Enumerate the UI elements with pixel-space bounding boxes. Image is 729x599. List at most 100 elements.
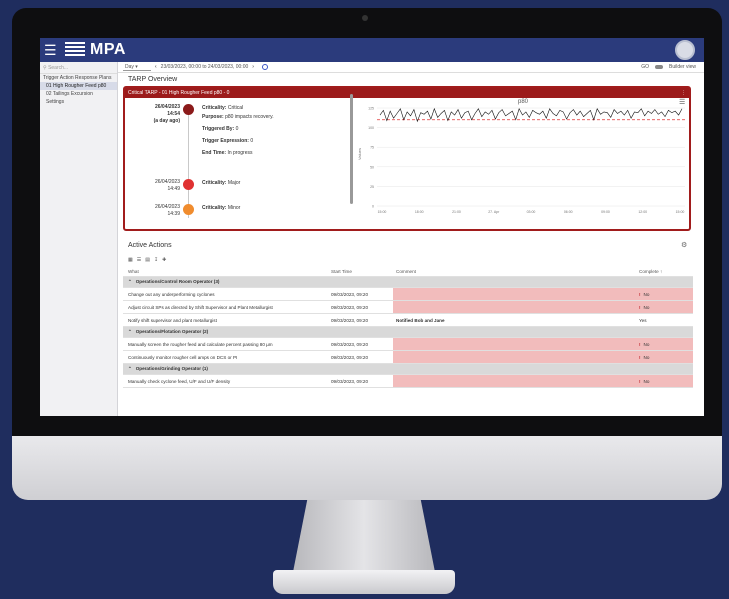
cell-what: Adjust circuit SPs as directed by Shift …	[128, 304, 273, 310]
group-label: ⌃ Operations/Flotation Operator (2)	[128, 329, 328, 335]
tarp-timeline: 26/04/2023 14:54 (a day ago) Criticality…	[125, 100, 345, 228]
period-select[interactable]: Day ▾	[123, 64, 151, 71]
builder-toggle[interactable]	[655, 65, 664, 69]
monitor-stand	[293, 500, 435, 572]
table-group-row[interactable]: ⌃ Operations/Flotation Operator (2)	[123, 327, 693, 338]
monitor-chin	[12, 436, 722, 500]
entry-datetime: 26/04/2023 14:49	[125, 179, 180, 193]
cell-complete[interactable]: ! No	[636, 375, 693, 387]
minor-dot-icon	[183, 204, 194, 215]
entry-datetime: 26/04/2023 14:39	[125, 204, 180, 218]
sidebar-item-high-rougher[interactable]: 01 High Rougher Feed p80	[40, 82, 117, 90]
cell-what: Manually check cyclone feed, U/F and U/F…	[128, 378, 231, 384]
cell-comment[interactable]: Notified Bob and Jane	[393, 314, 636, 326]
y-tick-label: 75	[370, 146, 374, 150]
actions-table: What Start Time Comment Complete ↑ ⌃ Ope…	[123, 267, 693, 388]
column-settings-icon[interactable]: ⚙	[681, 241, 687, 249]
entry-details: Criticality: Major	[202, 179, 240, 188]
entry-time: 14:49	[167, 186, 180, 192]
tarp-card: Critical TARP - 01 High Rougher Feed p80…	[123, 86, 691, 231]
criticality-label: Criticality:	[202, 205, 227, 211]
sidebar-item-tarp[interactable]: Trigger Action Response Plans	[40, 74, 117, 82]
table-group-row[interactable]: ⌃ Operations/Control Room Operator (3)	[123, 277, 693, 288]
cell-complete[interactable]: Yes	[636, 314, 693, 326]
entry-time: 14:54	[167, 111, 180, 117]
clock-icon[interactable]	[261, 64, 268, 70]
cell-start-time: 09/03/2023, 09:20	[331, 291, 369, 297]
comment-text: Notified Bob and Jane	[396, 317, 445, 323]
table-row[interactable]: Manually screen the rougher feed and cal…	[123, 338, 693, 351]
tarp-header-text: Critical TARP - 01 High Rougher Feed p80…	[128, 90, 230, 96]
filter-icon[interactable]: ☰	[137, 257, 141, 263]
export-icon[interactable]: ↧	[154, 257, 158, 263]
cell-start-time: 09/03/2023, 09:20	[331, 378, 369, 384]
col-start[interactable]: Start Time	[331, 269, 393, 274]
group-name: Operations/Grinding Operator (1)	[135, 366, 208, 371]
expression-label: Trigger Expression:	[202, 138, 249, 144]
table-row[interactable]: Manually check cyclone feed, U/F and U/F…	[123, 375, 693, 388]
x-tick-label: 15:00	[676, 210, 685, 214]
search-input[interactable]: ⚲ Search...	[40, 62, 117, 74]
complete-value: No	[643, 378, 650, 384]
camera-dot	[362, 15, 368, 21]
x-tick-label: 06:00	[564, 210, 573, 214]
table-header: What Start Time Comment Complete ↑	[123, 267, 693, 277]
collapse-icon[interactable]: ⌃	[128, 329, 132, 334]
table-group-row[interactable]: ⌃ Operations/Grinding Operator (1)	[123, 364, 693, 375]
table-row[interactable]: Adjust circuit SPs as directed by Shift …	[123, 301, 693, 314]
y-tick-label: 100	[368, 126, 374, 130]
date-range[interactable]: 23/03/2023, 00:00 to 24/03/2023, 00:00	[161, 64, 249, 70]
columns-icon[interactable]: ▦	[128, 257, 133, 263]
group-name: Operations/Control Room Operator (3)	[135, 279, 220, 284]
cell-start-time: 09/03/2023, 09:20	[331, 341, 369, 347]
sidebar-item-settings[interactable]: Settings	[40, 98, 117, 106]
group-label: ⌃ Operations/Grinding Operator (1)	[128, 366, 328, 372]
avatar[interactable]	[675, 40, 695, 60]
cell-start-time: 09/03/2023, 09:20	[331, 304, 369, 310]
cell-what: Manually screen the rougher feed and cal…	[128, 341, 273, 347]
top-header: ☰ MPA	[40, 38, 704, 62]
cell-complete[interactable]: ! No	[636, 351, 693, 363]
cell-comment[interactable]	[393, 301, 636, 313]
criticality-value: Minor	[227, 205, 241, 211]
cell-complete[interactable]: ! No	[636, 301, 693, 313]
density-icon[interactable]: ▤	[145, 257, 150, 263]
period-value: Day	[125, 63, 134, 70]
cell-comment[interactable]	[393, 351, 636, 363]
complete-value: No	[643, 354, 650, 360]
cell-complete[interactable]: ! No	[636, 288, 693, 300]
menu-icon[interactable]: ☰	[44, 42, 57, 58]
chart-menu-icon[interactable]: ☰	[679, 99, 685, 106]
collapse-icon[interactable]: ⌃	[128, 366, 132, 371]
x-tick-label: 09:00	[601, 210, 610, 214]
col-complete-label: Complete	[639, 269, 659, 274]
col-comment[interactable]: Comment	[393, 267, 636, 276]
prev-arrow-icon[interactable]: ‹	[155, 64, 157, 70]
table-row[interactable]: Continuously monitor rougher cell amps o…	[123, 351, 693, 364]
sort-up-icon: ↑	[659, 269, 663, 274]
col-what[interactable]: What	[128, 269, 328, 274]
add-icon[interactable]: ✚	[162, 257, 166, 263]
x-tick-label: 12:00	[638, 210, 647, 214]
table-row[interactable]: Notify shift supervisor and plant metall…	[123, 314, 693, 327]
cell-what: Continuously monitor rougher cell amps o…	[128, 354, 238, 360]
group-name: Operations/Flotation Operator (2)	[135, 329, 209, 334]
collapse-icon[interactable]: ⌃	[128, 279, 132, 284]
col-complete[interactable]: Complete ↑	[636, 267, 693, 276]
entry-datetime: 26/04/2023 14:54 (a day ago)	[125, 104, 180, 125]
cell-complete[interactable]: ! No	[636, 338, 693, 350]
go-button[interactable]: GO	[641, 64, 649, 70]
timeline-scrollbar[interactable]	[350, 94, 353, 204]
table-row[interactable]: Change out any underperforming cyclones 0…	[123, 288, 693, 301]
cell-comment[interactable]	[393, 375, 636, 387]
cell-comment[interactable]	[393, 338, 636, 350]
app-title: MPA	[90, 41, 126, 58]
entry-date: 26/04/2023	[154, 104, 180, 110]
next-arrow-icon[interactable]: ›	[252, 64, 254, 70]
cell-comment[interactable]	[393, 288, 636, 300]
warning-icon: !	[639, 291, 641, 297]
entry-ago: (a day ago)	[153, 118, 180, 124]
entry-time: 14:39	[167, 211, 180, 217]
x-tick-label: 27. Apr	[488, 210, 500, 214]
sidebar-item-tailings[interactable]: 02 Tailings Excursion	[40, 90, 117, 98]
